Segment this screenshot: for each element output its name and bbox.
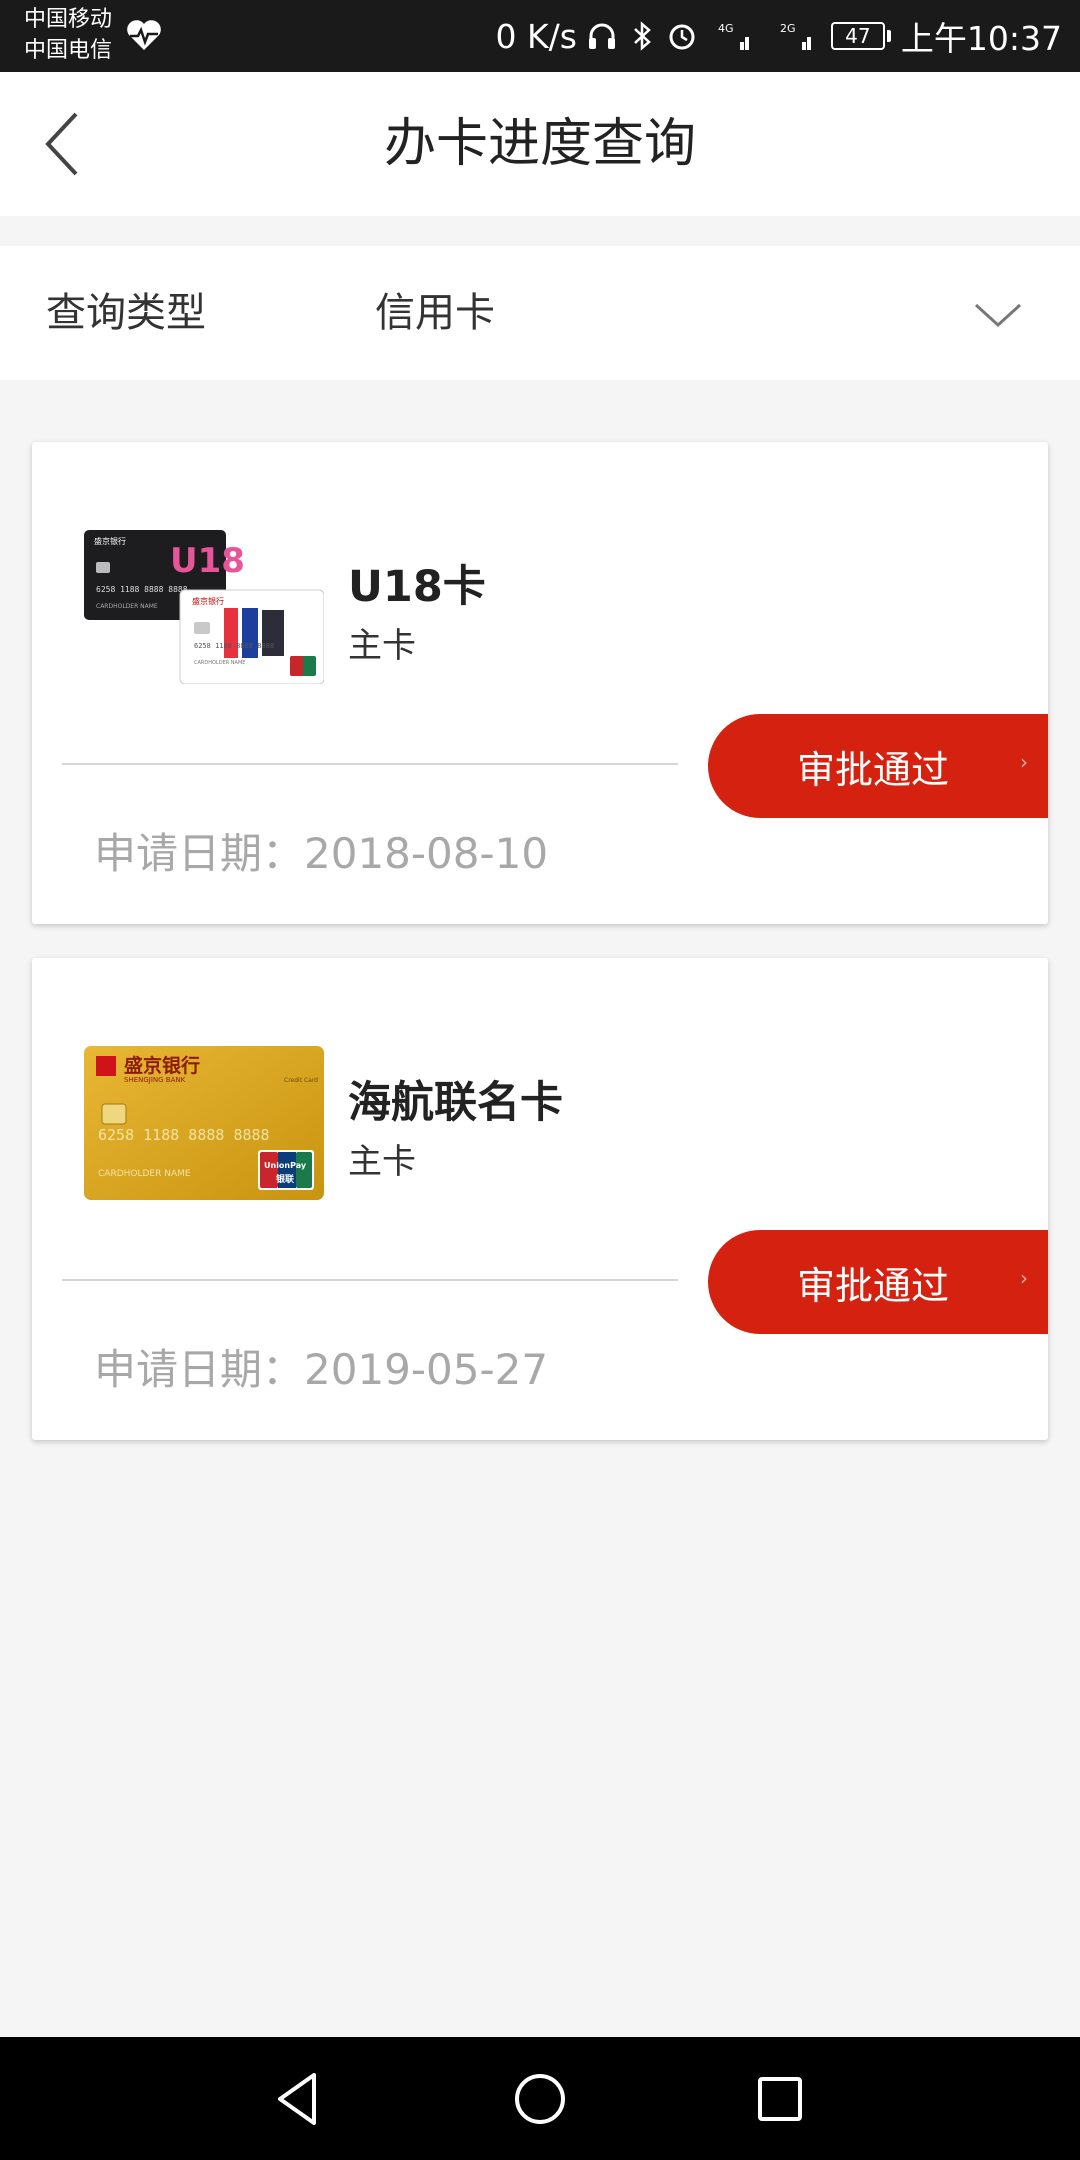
svg-text:Credit Card: Credit Card	[284, 1077, 318, 1084]
application-date: 申请日期：2019-05-27	[94, 1336, 548, 1397]
application-date: 申请日期：2018-08-10	[94, 820, 548, 881]
bluetooth-icon	[634, 21, 651, 51]
card-subtype: 主卡	[348, 1142, 416, 1182]
card-name: U18卡	[348, 562, 486, 612]
nav-bar: 办卡进度查询	[0, 72, 1080, 216]
svg-text:SHENGJING BANK: SHENGJING BANK	[124, 1076, 186, 1084]
status-label: 审批通过	[796, 1263, 949, 1308]
back-button[interactable]	[34, 106, 110, 182]
arrow-right-icon: ›	[1020, 1266, 1028, 1290]
status-label: 审批通过	[796, 747, 949, 792]
svg-text:6258 1188 8888 8888: 6258 1188 8888 8888	[194, 642, 274, 650]
carrier-2: 中国电信	[24, 38, 113, 63]
status-icons: 0 K/s 4G 2G 47 上午10:37	[495, 0, 1062, 72]
card-name: 海航联名卡	[348, 1078, 563, 1128]
svg-text:盛京银行: 盛京银行	[94, 536, 126, 546]
arrow-right-icon: ›	[1020, 750, 1028, 774]
alarm-icon	[669, 24, 695, 50]
system-back-icon[interactable]	[264, 2063, 336, 2135]
application-card[interactable]: 盛京银行 SHENGJING BANK Credit Card 6258 118…	[32, 958, 1048, 1440]
svg-text:盛京银行: 盛京银行	[192, 596, 224, 606]
headphones-icon	[588, 23, 615, 49]
system-recents-icon[interactable]	[744, 2063, 816, 2135]
page-title: 办卡进度查询	[383, 114, 696, 174]
application-card[interactable]: 盛京银行 U18 6258 1188 8888 8888 CARDHOLDER …	[32, 442, 1048, 924]
svg-text:CARDHOLDER NAME: CARDHOLDER NAME	[194, 660, 245, 666]
chevron-down-icon[interactable]	[972, 291, 1024, 335]
carrier-1: 中国移动	[24, 7, 113, 32]
svg-text:U18: U18	[170, 541, 245, 581]
approval-status-button[interactable]: 审批通过 ›	[708, 714, 1048, 818]
svg-text:银联: 银联	[276, 1173, 295, 1185]
svg-text:UnionPay: UnionPay	[264, 1161, 307, 1170]
date-label: 申请日期：	[94, 829, 305, 878]
system-navigation-bar	[0, 2037, 1080, 2160]
divider	[62, 763, 678, 765]
divider	[62, 1279, 678, 1281]
hna-card-image: 盛京银行 SHENGJING BANK Credit Card 6258 118…	[84, 1046, 324, 1200]
status-bar: 中国移动 中国电信 0 K/s 4G 2G 47 上午10:37	[0, 0, 1080, 72]
date-label: 申请日期：	[94, 1345, 305, 1394]
card-subtype: 主卡	[348, 626, 416, 666]
heart-rate-icon	[127, 20, 161, 50]
network-speed: 0 K/s	[495, 16, 577, 56]
battery-icon: 47	[830, 22, 891, 50]
svg-text:盛京银行: 盛京银行	[124, 1054, 200, 1077]
date-value: 2018-08-10	[304, 829, 549, 878]
carrier-info: 中国移动 中国电信	[24, 4, 112, 66]
signal-2g-icon: 2G	[780, 22, 811, 50]
svg-text:CARDHOLDER NAME: CARDHOLDER NAME	[98, 1169, 191, 1179]
system-home-icon[interactable]	[504, 2063, 576, 2135]
approval-status-button[interactable]: 审批通过 ›	[708, 1230, 1048, 1334]
svg-text:6258 1188 8888 8888: 6258 1188 8888 8888	[98, 1126, 270, 1144]
svg-text:2G: 2G	[780, 22, 796, 35]
battery-level: 47	[830, 22, 885, 50]
svg-text:4G: 4G	[718, 22, 734, 35]
query-type-label: 查询类型	[46, 290, 206, 336]
query-type-value[interactable]: 信用卡	[375, 246, 495, 380]
clock: 上午10:37	[900, 19, 1062, 58]
date-value: 2019-05-27	[304, 1345, 549, 1394]
u18-card-image: 盛京银行 U18 6258 1188 8888 8888 CARDHOLDER …	[84, 530, 324, 684]
query-type-selector[interactable]: 查询类型 信用卡	[0, 246, 1080, 380]
svg-text:6258 1188 8888 8888: 6258 1188 8888 8888	[96, 585, 188, 594]
svg-text:CARDHOLDER NAME: CARDHOLDER NAME	[96, 603, 158, 610]
signal-4g-icon: 4G	[718, 22, 749, 50]
